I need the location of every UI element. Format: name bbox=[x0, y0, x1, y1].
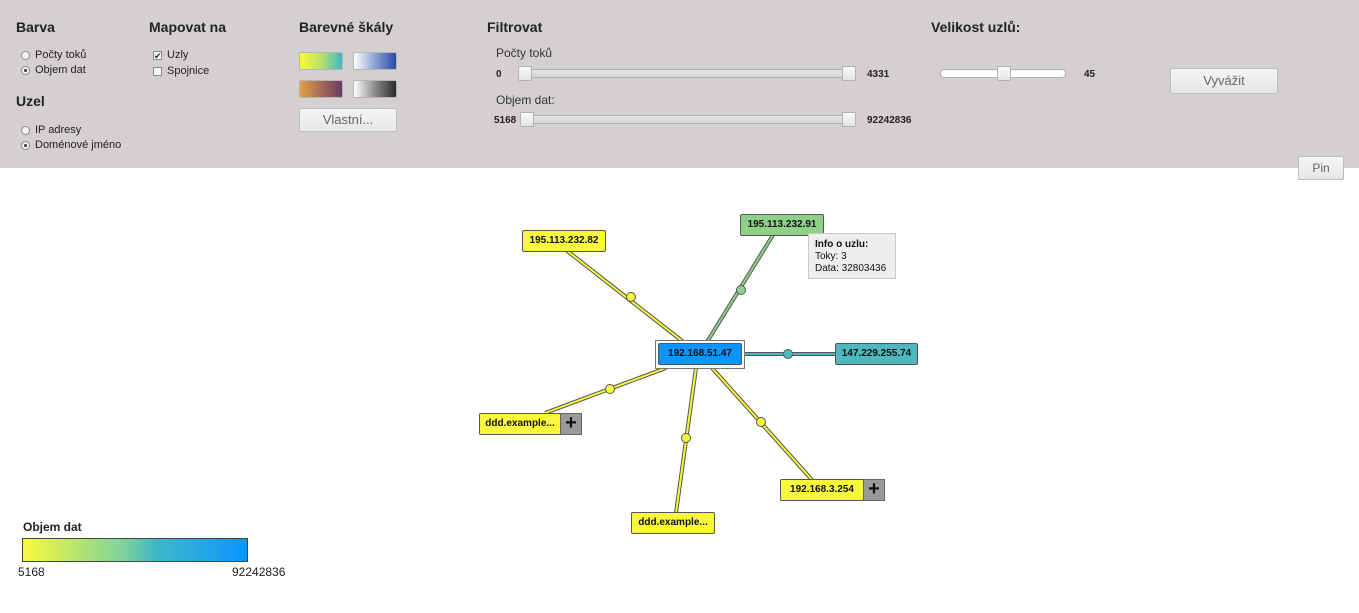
tooltip-flows: Toky: 3 bbox=[815, 251, 847, 262]
edge-n2-midpoint[interactable] bbox=[736, 285, 746, 295]
legend-color-bar bbox=[22, 538, 248, 562]
node-info-tooltip: Info o uzlu: Toky: 3 Data: 32803436 bbox=[808, 233, 896, 279]
graph-node-5[interactable]: ddd.example... bbox=[631, 512, 715, 534]
tooltip-title: Info o uzlu: bbox=[815, 239, 869, 250]
expand-node-4-button[interactable]: + bbox=[560, 413, 582, 435]
graph-node-4[interactable]: ddd.example... bbox=[479, 413, 561, 435]
graph-edges bbox=[544, 233, 836, 514]
legend-title: Objem dat bbox=[23, 520, 82, 534]
legend-max: 92242836 bbox=[232, 565, 286, 579]
graph-node-1[interactable]: 195.113.232.82 bbox=[522, 230, 606, 252]
expand-node-6-button[interactable]: + bbox=[863, 479, 885, 501]
edge-n4-midpoint[interactable] bbox=[605, 384, 615, 394]
legend-min: 5168 bbox=[18, 565, 45, 579]
tooltip-data: Data: 32803436 bbox=[815, 263, 887, 274]
graph-node-3[interactable]: 147.229.255.74 bbox=[835, 343, 918, 365]
edge-n3-midpoint[interactable] bbox=[783, 349, 793, 359]
center-node[interactable]: 192.168.51.47 bbox=[658, 343, 742, 365]
graph-node-6[interactable]: 192.168.3.254 bbox=[780, 479, 864, 501]
edge-n5-midpoint[interactable] bbox=[681, 433, 691, 443]
edge-n6-midpoint[interactable] bbox=[756, 417, 766, 427]
edge-n1-midpoint[interactable] bbox=[626, 292, 636, 302]
